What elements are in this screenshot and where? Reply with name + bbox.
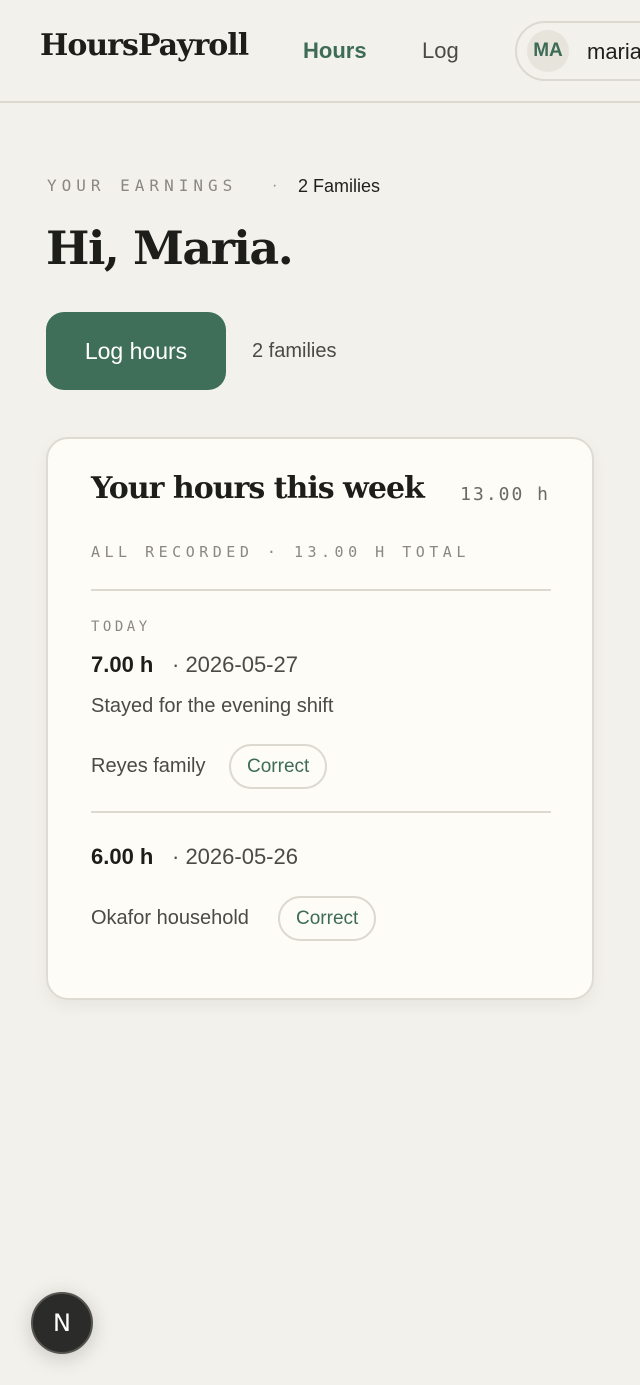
entry-day-label: TODAY (91, 619, 151, 635)
brand-logo[interactable]: HoursPayroll (40, 28, 249, 64)
families-note: 2 families (252, 340, 337, 362)
earnings-eyebrow: YOUR EARNINGS (47, 176, 238, 195)
card-title: Your hours this week (91, 471, 425, 506)
entry-note: Stayed for the evening shift (91, 695, 334, 717)
entry-hours: 6.00 h (91, 844, 154, 869)
nav-hours[interactable]: Hours (303, 36, 367, 66)
entry-family: Reyes family (91, 755, 206, 777)
top-header: HoursPayroll Hours Log MA maria (0, 0, 640, 103)
entry-date: · 2026-05-26 (172, 844, 298, 869)
correct-button[interactable]: Correct (229, 744, 328, 789)
card-total: 13.00 h (460, 484, 550, 505)
correct-button[interactable]: Correct (278, 896, 377, 941)
dev-tools-button[interactable]: N (31, 1292, 93, 1354)
nav-log[interactable]: Log (422, 36, 459, 66)
divider (91, 589, 551, 591)
entry-family: Okafor household (91, 907, 249, 929)
page-title: Hi, Maria. (46, 221, 294, 275)
entry-date: · 2026-05-27 (172, 652, 298, 677)
card-subtitle: ALL RECORDED · 13.00 H TOTAL (91, 543, 470, 561)
divider (91, 811, 551, 813)
eyebrow-separator: · (272, 177, 278, 194)
weekly-hours-card: Your hours this week 13.00 h ALL RECORDE… (46, 437, 594, 1000)
user-name: maria (587, 39, 640, 64)
user-menu[interactable]: MA maria (515, 21, 640, 81)
log-hours-button[interactable]: Log hours (46, 312, 226, 390)
entry-hours: 7.00 h (91, 652, 154, 677)
avatar: MA (527, 30, 569, 72)
families-badge: 2 Families (298, 176, 381, 196)
